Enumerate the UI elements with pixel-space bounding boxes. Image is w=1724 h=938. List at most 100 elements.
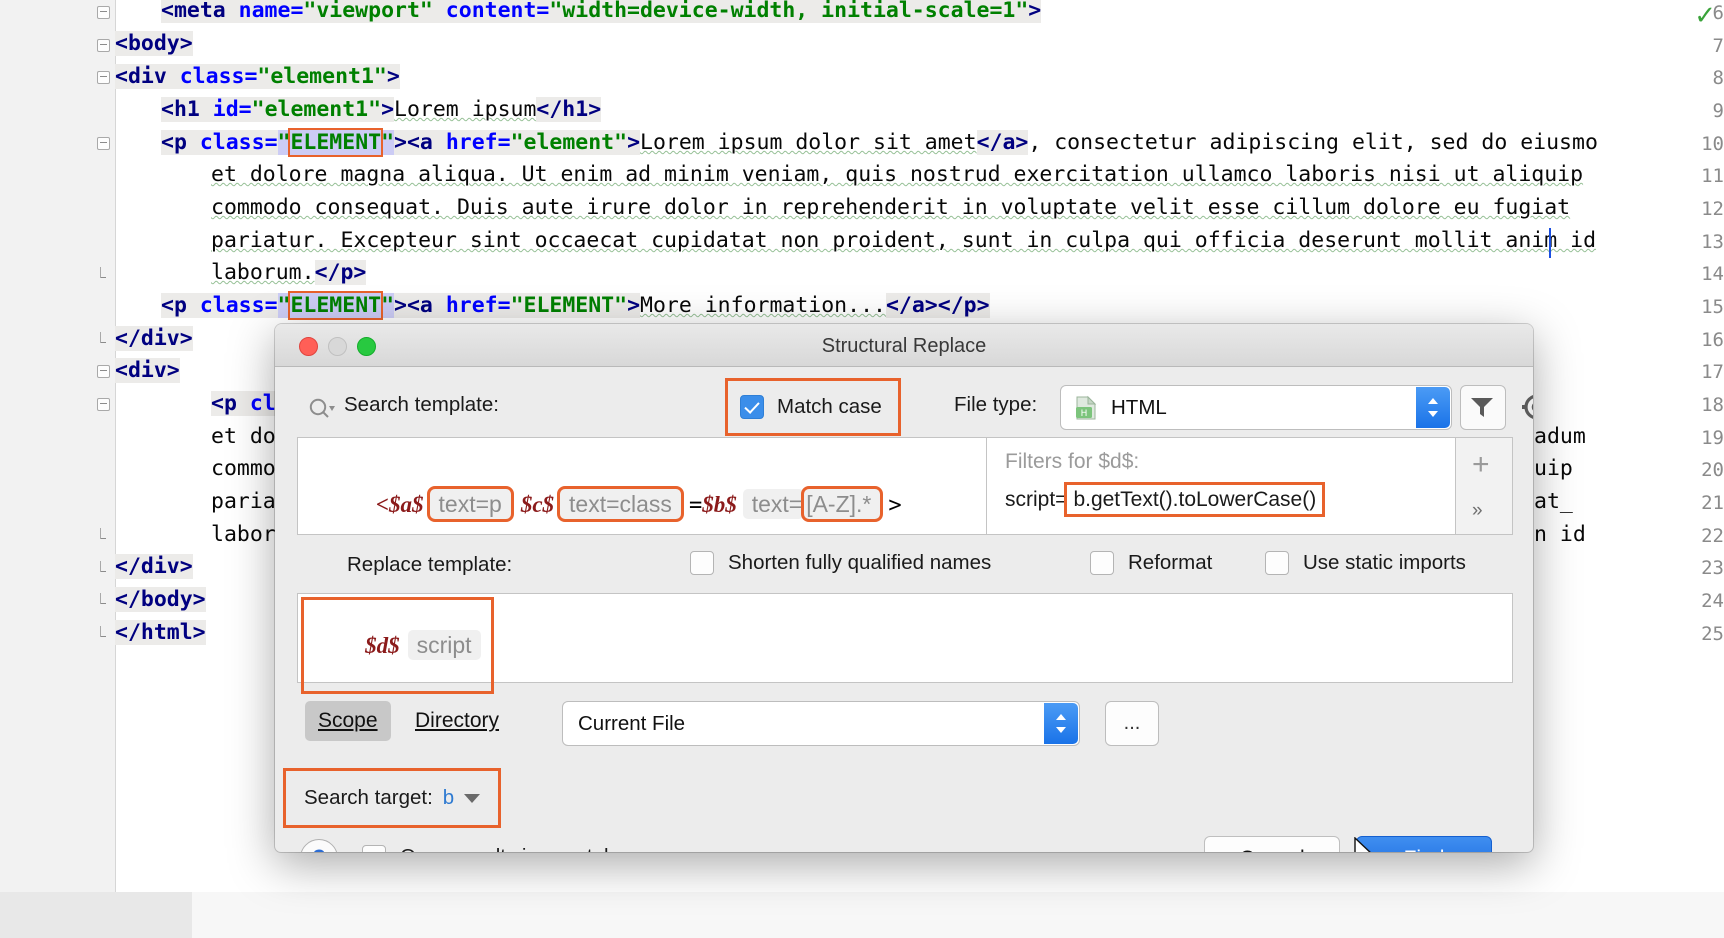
code-match-highlight: ELEMENT bbox=[288, 291, 384, 320]
tab-directory-label: Directory bbox=[415, 709, 500, 732]
open-results-new-tab-checkbox[interactable] bbox=[362, 845, 386, 852]
fold-marker-icon[interactable] bbox=[95, 70, 111, 86]
code-token: > bbox=[627, 293, 641, 318]
code-line-20: commo bbox=[211, 456, 276, 481]
replace-template-input[interactable]: $d$ script bbox=[297, 593, 1513, 694]
code-token: "width=device-width, initial-scale=1" bbox=[549, 0, 1029, 23]
tab-scope[interactable]: Scope bbox=[305, 701, 391, 741]
match-case-label: Match case bbox=[777, 395, 882, 418]
filter-button[interactable] bbox=[1460, 385, 1506, 430]
code-token: "element" bbox=[510, 130, 628, 155]
fold-marker-icon[interactable] bbox=[95, 364, 111, 380]
code-token: "viewport" bbox=[303, 0, 433, 23]
browse-button[interactable]: ... bbox=[1105, 701, 1159, 746]
reformat-option[interactable]: Reformat bbox=[1090, 551, 1212, 575]
scope-stepper-icon[interactable] bbox=[1044, 703, 1078, 744]
open-results-new-tab-option[interactable]: Open results in new tab bbox=[362, 845, 615, 852]
shorten-names-checkbox[interactable] bbox=[690, 551, 714, 575]
search-icon[interactable] bbox=[308, 397, 336, 426]
filters-panel[interactable]: Filters for $d$: script= b.getText().toLo… bbox=[987, 438, 1512, 534]
code-token: <h1 bbox=[161, 97, 213, 122]
code-line-25: </html> bbox=[115, 620, 206, 645]
fold-marker-icon[interactable] bbox=[95, 397, 111, 413]
line-number: 13 bbox=[1701, 231, 1724, 253]
editor-gutter[interactable] bbox=[0, 0, 116, 892]
code-fragment-right: uip bbox=[1534, 456, 1573, 481]
line-number: 15 bbox=[1701, 296, 1724, 318]
code-fragment-right: n id bbox=[1534, 522, 1586, 547]
replace-chip-script[interactable]: script bbox=[407, 630, 481, 660]
static-imports-label: Use static imports bbox=[1303, 551, 1466, 574]
cancel-button[interactable]: Cancel bbox=[1204, 836, 1340, 852]
static-imports-checkbox[interactable] bbox=[1265, 551, 1289, 575]
code-token: <div bbox=[115, 64, 180, 89]
fold-marker-icon[interactable] bbox=[95, 136, 111, 152]
chevron-down-icon[interactable] bbox=[464, 793, 481, 803]
code-line-14: laborum.</p> bbox=[211, 260, 367, 285]
more-filters-button[interactable]: » bbox=[1472, 500, 1483, 522]
code-token: <p bbox=[161, 293, 200, 318]
template-constraint-text-class[interactable]: text=class bbox=[557, 486, 684, 522]
code-token: Lorem ipsum bbox=[394, 97, 537, 122]
help-button[interactable]: ? bbox=[300, 839, 338, 852]
fold-end-icon[interactable] bbox=[95, 331, 111, 347]
shorten-names-label: Shorten fully qualified names bbox=[728, 551, 992, 574]
static-imports-option[interactable]: Use static imports bbox=[1265, 551, 1466, 575]
match-case-option[interactable]: Match case bbox=[725, 378, 901, 436]
file-type-stepper-icon[interactable] bbox=[1416, 387, 1450, 428]
fold-marker-icon[interactable] bbox=[95, 38, 111, 54]
search-target-row[interactable]: Search target: b bbox=[282, 768, 502, 828]
editor-footer-strip bbox=[192, 892, 1724, 938]
code-token: href= bbox=[445, 293, 511, 318]
template-variable-c: $c$ bbox=[520, 492, 555, 517]
search-template-input[interactable]: <$a$ text=p $c$ text=class =$b$ text= [A-Z].* > bbox=[298, 438, 987, 534]
template-equals: = bbox=[688, 493, 703, 518]
inspection-ok-icon[interactable]: ✓ bbox=[1694, 2, 1716, 28]
code-line-24: </body> bbox=[115, 587, 206, 612]
code-token: </a></p> bbox=[885, 293, 990, 318]
fold-end-icon[interactable] bbox=[95, 560, 111, 576]
settings-gear-button[interactable] bbox=[1515, 385, 1533, 428]
template-gt: > bbox=[888, 493, 902, 518]
reformat-checkbox[interactable] bbox=[1090, 551, 1114, 575]
filter-script-value[interactable]: b.getText().toLowerCase() bbox=[1064, 482, 1326, 517]
line-number: 23 bbox=[1701, 557, 1724, 579]
tab-directory[interactable]: Directory bbox=[402, 701, 512, 741]
code-token: <p bbox=[211, 391, 250, 416]
filter-script-row[interactable]: script= b.getText().toLowerCase() bbox=[1005, 482, 1326, 517]
html-file-icon: H bbox=[1073, 395, 1099, 421]
structural-replace-dialog[interactable]: Structural Replace Search template: Matc… bbox=[275, 324, 1533, 852]
code-token: class= bbox=[179, 64, 258, 89]
scope-combobox[interactable]: Current File bbox=[562, 701, 1080, 746]
replace-template-header: Replace template: Shorten fully qualifie… bbox=[275, 549, 1533, 585]
line-number: 21 bbox=[1701, 492, 1724, 514]
line-number: 12 bbox=[1701, 198, 1724, 220]
add-filter-button[interactable]: + bbox=[1472, 450, 1490, 480]
fold-end-icon[interactable] bbox=[95, 592, 111, 608]
search-template-editor[interactable]: <$a$ text=p $c$ text=class =$b$ text= [A-Z].* >… bbox=[297, 437, 1513, 535]
search-target-value[interactable]: b bbox=[443, 786, 454, 810]
shorten-names-option[interactable]: Shorten fully qualified names bbox=[690, 551, 991, 575]
code-token: </p> bbox=[314, 260, 367, 285]
fold-marker-icon[interactable] bbox=[95, 5, 111, 21]
template-variable-a: <$a$ bbox=[375, 492, 424, 517]
find-button[interactable]: Find bbox=[1356, 836, 1492, 852]
template-constraint-regex[interactable]: [A-Z].* bbox=[801, 486, 884, 522]
fold-end-icon[interactable] bbox=[95, 527, 111, 543]
match-case-checkbox[interactable] bbox=[740, 395, 764, 419]
template-text-prefix: text= bbox=[742, 489, 805, 519]
line-number: 20 bbox=[1701, 459, 1724, 481]
code-token: > bbox=[1028, 0, 1042, 23]
fold-end-icon[interactable] bbox=[95, 625, 111, 641]
code-line-19: et do bbox=[211, 424, 276, 449]
code-token: " bbox=[381, 130, 395, 155]
template-constraint-text-p[interactable]: text=p bbox=[426, 486, 514, 522]
code-line-21: paria bbox=[211, 489, 276, 514]
template-variable-b: $b$ bbox=[702, 492, 737, 517]
fold-end-icon[interactable] bbox=[95, 266, 111, 282]
code-token: name= bbox=[238, 0, 304, 23]
code-token: "ELEMENT" bbox=[510, 293, 628, 318]
line-number: 22 bbox=[1701, 525, 1724, 547]
file-type-combobox[interactable]: H HTML bbox=[1060, 385, 1452, 430]
dialog-titlebar[interactable]: Structural Replace bbox=[275, 324, 1533, 367]
